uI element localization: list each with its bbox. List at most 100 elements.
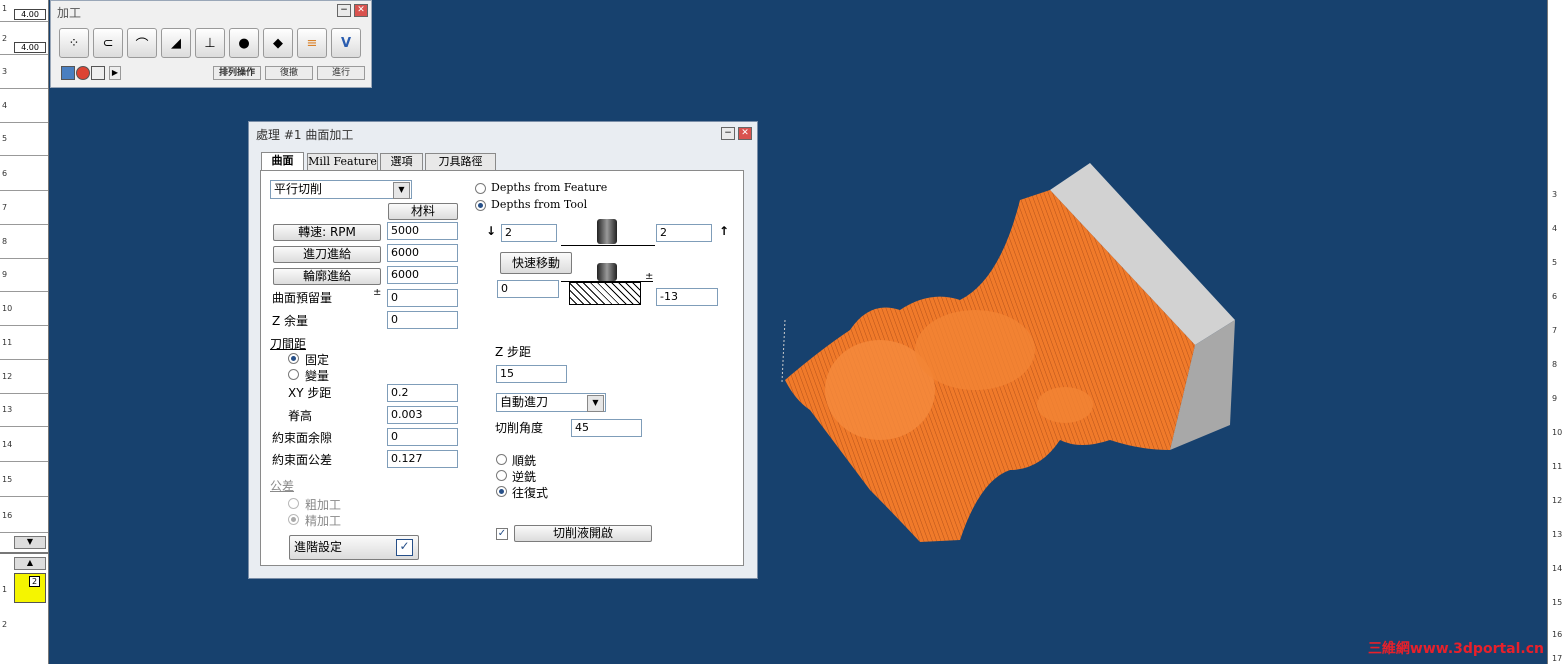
contour-feed-button[interactable]: 輪廓進給 <box>273 268 381 285</box>
finish-icon[interactable]: ◆ <box>263 28 293 58</box>
tool-row[interactable]: 11 <box>0 326 48 360</box>
tab-surface[interactable]: 曲面 <box>261 152 304 171</box>
right-tool-strip: 3 4 5 6 7 8 9 10 11 12 13 14 15 16 17 <box>1547 0 1564 664</box>
z-stock-label: Z 余量 <box>272 314 309 328</box>
tool-row[interactable]: 12 <box>0 360 48 394</box>
coolant-checkbox[interactable]: ✓ <box>496 528 508 540</box>
tool-row-number: 11 <box>2 338 13 347</box>
scroll-up-button[interactable]: ▲ <box>14 557 46 570</box>
top-depth-right-field[interactable]: 2 <box>656 224 712 242</box>
constraint-clearance-label: 約束面余隙 <box>272 431 333 445</box>
conventional-radio[interactable] <box>496 470 507 481</box>
right-row-number: 5 <box>1552 258 1558 267</box>
minimize-button[interactable]: − <box>721 127 735 140</box>
rapid-move-button[interactable]: 快速移動 <box>500 252 572 274</box>
tool-row[interactable]: 13 <box>0 393 48 427</box>
tab-toolpath[interactable]: 刀具路徑 <box>425 153 496 170</box>
fixed-stepover-radio[interactable] <box>288 353 299 364</box>
advanced-settings-label: 進階設定 <box>294 540 343 554</box>
contour-feed-field[interactable]: 6000 <box>387 266 458 284</box>
close-button[interactable]: ✕ <box>354 4 368 17</box>
depths-from-tool-radio[interactable] <box>475 200 486 211</box>
tolerance-heading: 公差 <box>270 479 295 493</box>
run-button[interactable]: 進行 <box>317 66 365 80</box>
speed-rpm-button[interactable]: 轉速: RPM <box>273 224 381 241</box>
contour-icon[interactable]: ⊂ <box>93 28 123 58</box>
surface-stock-field[interactable]: 0 <box>387 289 458 307</box>
tool-row[interactable]: 5 <box>0 122 48 156</box>
top-depth-left-field[interactable]: 2 <box>501 224 557 242</box>
stepover-heading: 刀間距 <box>270 337 307 351</box>
coolant-on-button[interactable]: 切削液開啟 <box>514 525 652 542</box>
rough-radio[interactable] <box>288 498 299 509</box>
operation-tool-number: 2 <box>29 576 41 587</box>
xy-step-label: XY 步距 <box>288 386 332 400</box>
active-operation-item[interactable]: 2 <box>14 573 46 603</box>
tool-row[interactable]: 3 <box>0 55 48 89</box>
constraint-tolerance-field[interactable]: 0.127 <box>387 450 458 468</box>
pocket-icon[interactable]: ⌒ <box>127 28 157 58</box>
part-3d-view[interactable] <box>760 150 1260 560</box>
minimize-button[interactable]: − <box>337 4 351 17</box>
z-step-field[interactable]: 15 <box>496 365 567 383</box>
scroll-down-button[interactable]: ▼ <box>14 536 46 549</box>
pencil-icon[interactable]: ≡ <box>297 28 327 58</box>
tool-row[interactable]: 14 <box>0 428 48 462</box>
sort-operations-button[interactable]: 排列操作 <box>213 66 261 80</box>
constraint-clearance-field[interactable]: 0 <box>387 428 458 446</box>
right-row-number: 12 <box>1552 496 1563 505</box>
save-icon[interactable] <box>61 66 75 80</box>
depths-from-feature-radio[interactable] <box>475 183 486 194</box>
tool-row[interactable]: 8 <box>0 225 48 259</box>
bottom-depth-right-field[interactable]: -13 <box>656 288 718 306</box>
strategy-select[interactable]: 平行切削 ▼ <box>270 180 412 199</box>
tool-row[interactable]: 4 <box>0 89 48 123</box>
part-boss <box>915 310 1035 390</box>
tool-row[interactable]: 15 <box>0 463 48 497</box>
finish-radio[interactable] <box>288 514 299 525</box>
tool-row[interactable]: 1 4.00 <box>0 0 48 22</box>
feed-rate-field[interactable]: 6000 <box>387 244 458 262</box>
tool-row[interactable]: 2 4.00 <box>0 22 48 55</box>
tool-row[interactable]: 9 <box>0 258 48 292</box>
entry-mode-select[interactable]: 自動進刀 ▼ <box>496 393 606 412</box>
tool-row[interactable]: 6 <box>0 157 48 191</box>
verify-icon[interactable]: V <box>331 28 361 58</box>
right-row-number: 7 <box>1552 326 1558 335</box>
cut-angle-field[interactable]: 45 <box>571 419 642 437</box>
tab-mill-feature[interactable]: Mill Feature <box>307 153 378 170</box>
tab-options[interactable]: 選項 <box>380 153 423 170</box>
xy-step-field[interactable]: 0.2 <box>387 384 458 402</box>
profile-icon[interactable]: ⊥ <box>195 28 225 58</box>
tool-diameter: 4.00 <box>14 9 46 20</box>
point-drill-icon[interactable]: ⁘ <box>59 28 89 58</box>
tool-row-number: 10 <box>2 304 13 313</box>
delete-icon[interactable] <box>76 66 90 80</box>
surface-icon[interactable]: ◢ <box>161 28 191 58</box>
feed-rate-button[interactable]: 進刀進給 <box>273 246 381 263</box>
undo-button[interactable]: 復撤 <box>265 66 313 80</box>
right-row-number: 17 <box>1552 654 1563 663</box>
tool-list-strip: 1 4.00 2 4.00 3 4 5 6 7 8 9 10 11 12 13 14 15 16 ▼ ▲ … <box>0 0 49 664</box>
zigzag-radio[interactable] <box>496 486 507 497</box>
close-button[interactable]: ✕ <box>738 127 752 140</box>
tool-row[interactable]: 7 <box>0 191 48 225</box>
bottom-depth-left-field[interactable]: 0 <box>497 280 559 298</box>
tool-row[interactable]: 10 <box>0 292 48 326</box>
rough-icon[interactable]: ● <box>229 28 259 58</box>
tool-row[interactable]: 16 <box>0 499 48 533</box>
right-row-number: 6 <box>1552 292 1558 301</box>
material-button[interactable]: 材料 <box>388 203 458 220</box>
climb-radio[interactable] <box>496 454 507 465</box>
z-stock-field[interactable]: 0 <box>387 311 458 329</box>
copy-icon[interactable] <box>91 66 105 80</box>
tool-row-number: 15 <box>2 475 13 484</box>
variable-stepover-radio[interactable] <box>288 369 299 380</box>
play-icon[interactable]: ▶ <box>109 66 121 80</box>
depths-from-tool-label: Depths from Tool <box>491 198 588 211</box>
cusp-height-field[interactable]: 0.003 <box>387 406 458 424</box>
climb-label: 順銑 <box>512 454 537 468</box>
arrow-down-icon: ↓ <box>486 224 497 238</box>
speed-rpm-field[interactable]: 5000 <box>387 222 458 240</box>
advanced-settings-button[interactable]: 進階設定 ✓ <box>289 535 419 560</box>
